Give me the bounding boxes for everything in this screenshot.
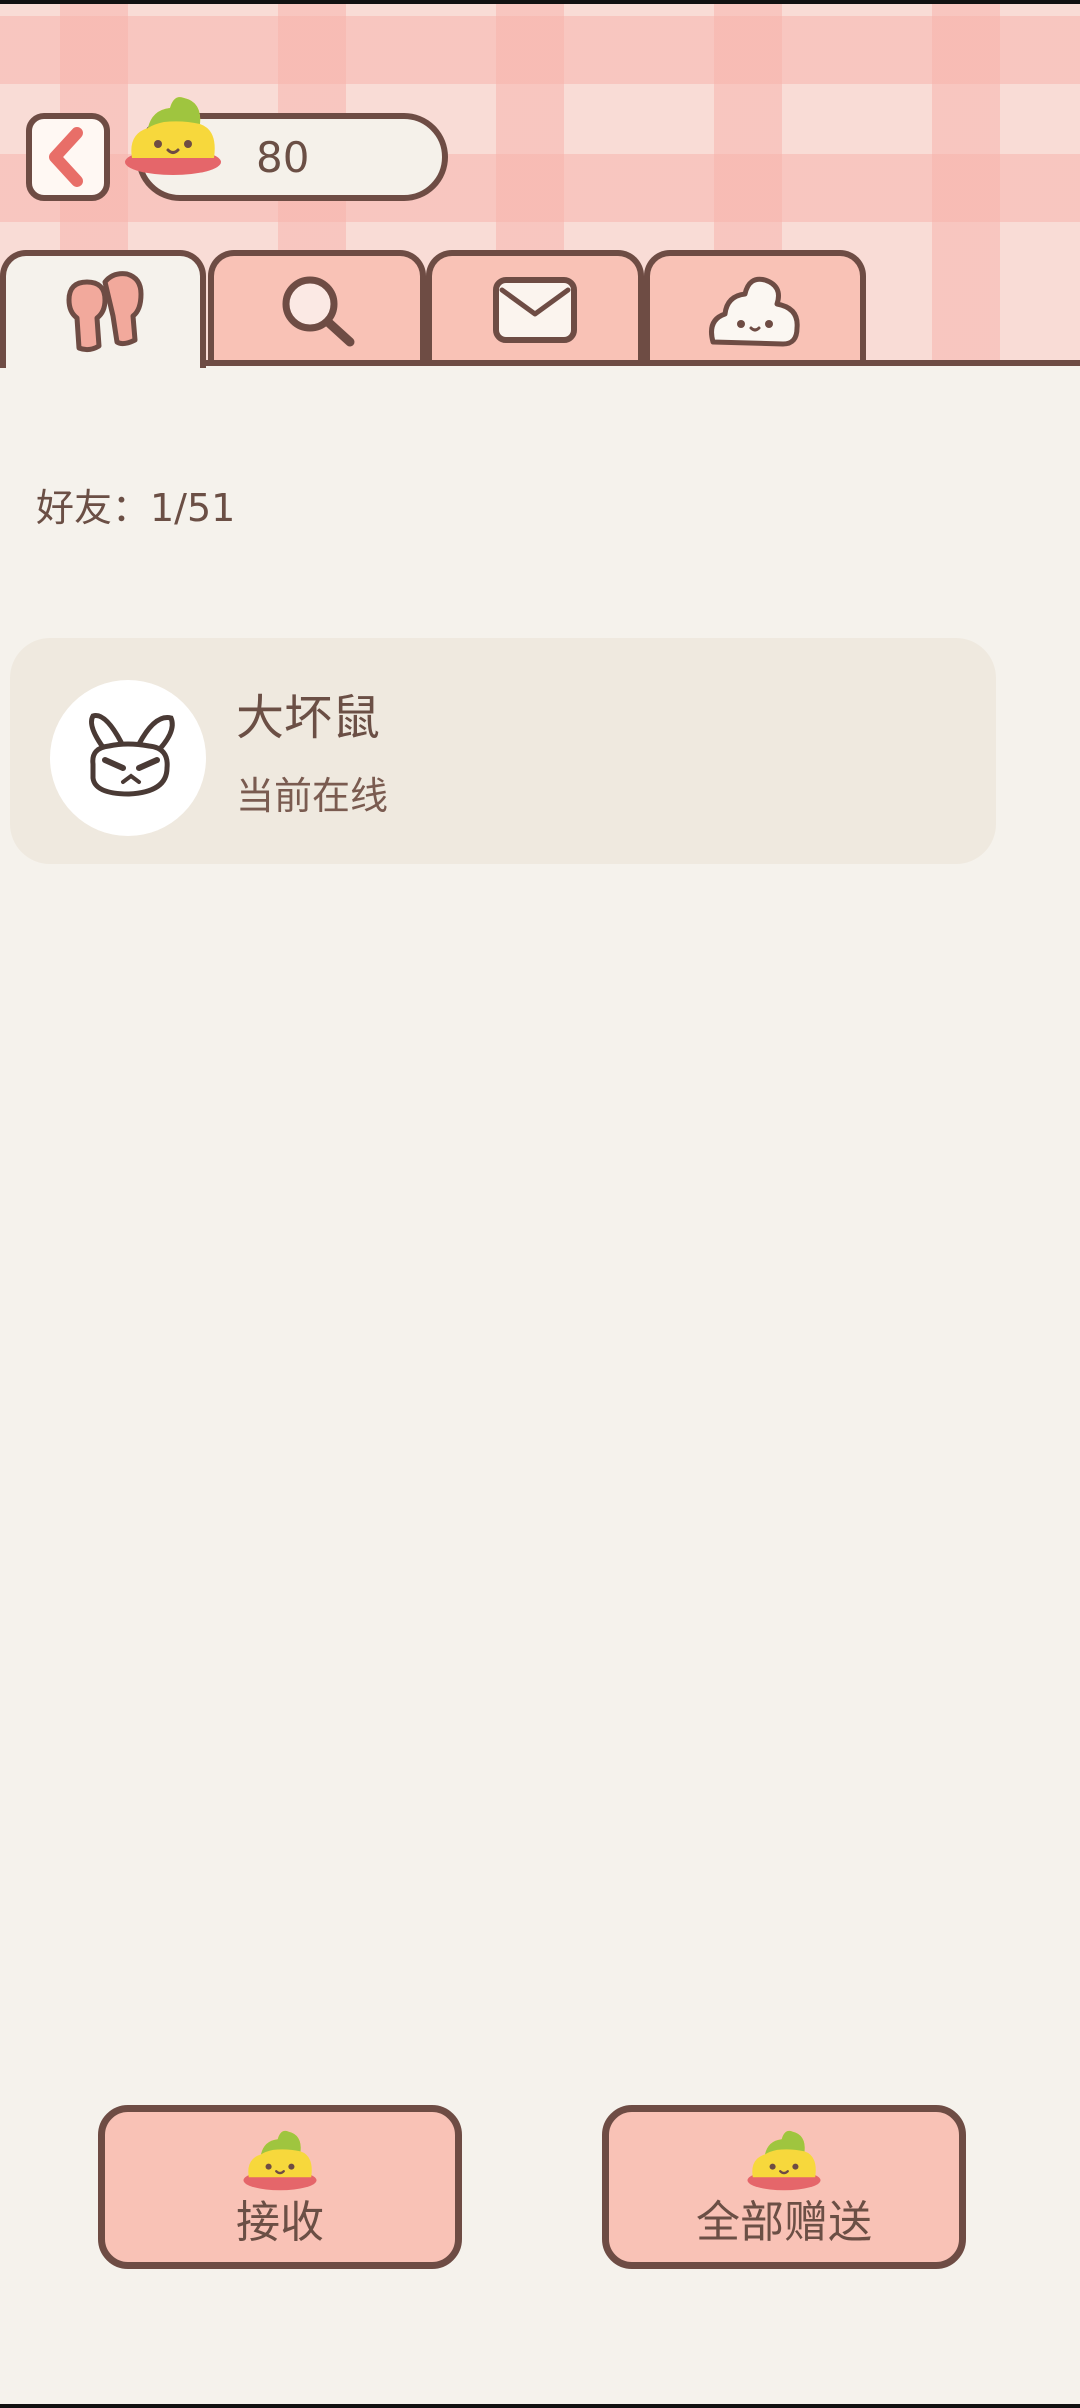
search-icon — [282, 276, 355, 347]
coin-blob-icon — [747, 2130, 821, 2191]
rabbit-avatar-icon — [89, 713, 175, 797]
coin-blob-icon — [125, 97, 221, 175]
friend-avatar[interactable] — [50, 680, 206, 836]
chevron-left-icon — [49, 127, 83, 187]
blob-icon — [709, 276, 800, 347]
back-button[interactable] — [26, 113, 110, 201]
tab-mail[interactable] — [426, 250, 644, 364]
tab-search[interactable] — [208, 250, 426, 364]
gift-all-button-label: 全部赠送 — [696, 2197, 872, 2248]
friend-status: 当前在线 — [236, 774, 389, 818]
mail-icon — [493, 277, 577, 343]
bottom-border — [0, 2404, 1080, 2408]
tab-blob[interactable] — [644, 250, 866, 364]
tab-friends[interactable] — [0, 250, 206, 368]
coin-blob-icon — [243, 2130, 317, 2191]
coin-count: 80 — [256, 133, 310, 182]
receive-button[interactable]: 接收 — [98, 2105, 462, 2269]
friend-name: 大坏鼠 — [236, 690, 381, 746]
gift-all-button[interactable]: 全部赠送 — [602, 2105, 966, 2269]
receive-button-label: 接收 — [236, 2197, 324, 2248]
friends-count-label: 好友：1/51 — [36, 486, 236, 530]
friends-icon — [66, 271, 144, 353]
